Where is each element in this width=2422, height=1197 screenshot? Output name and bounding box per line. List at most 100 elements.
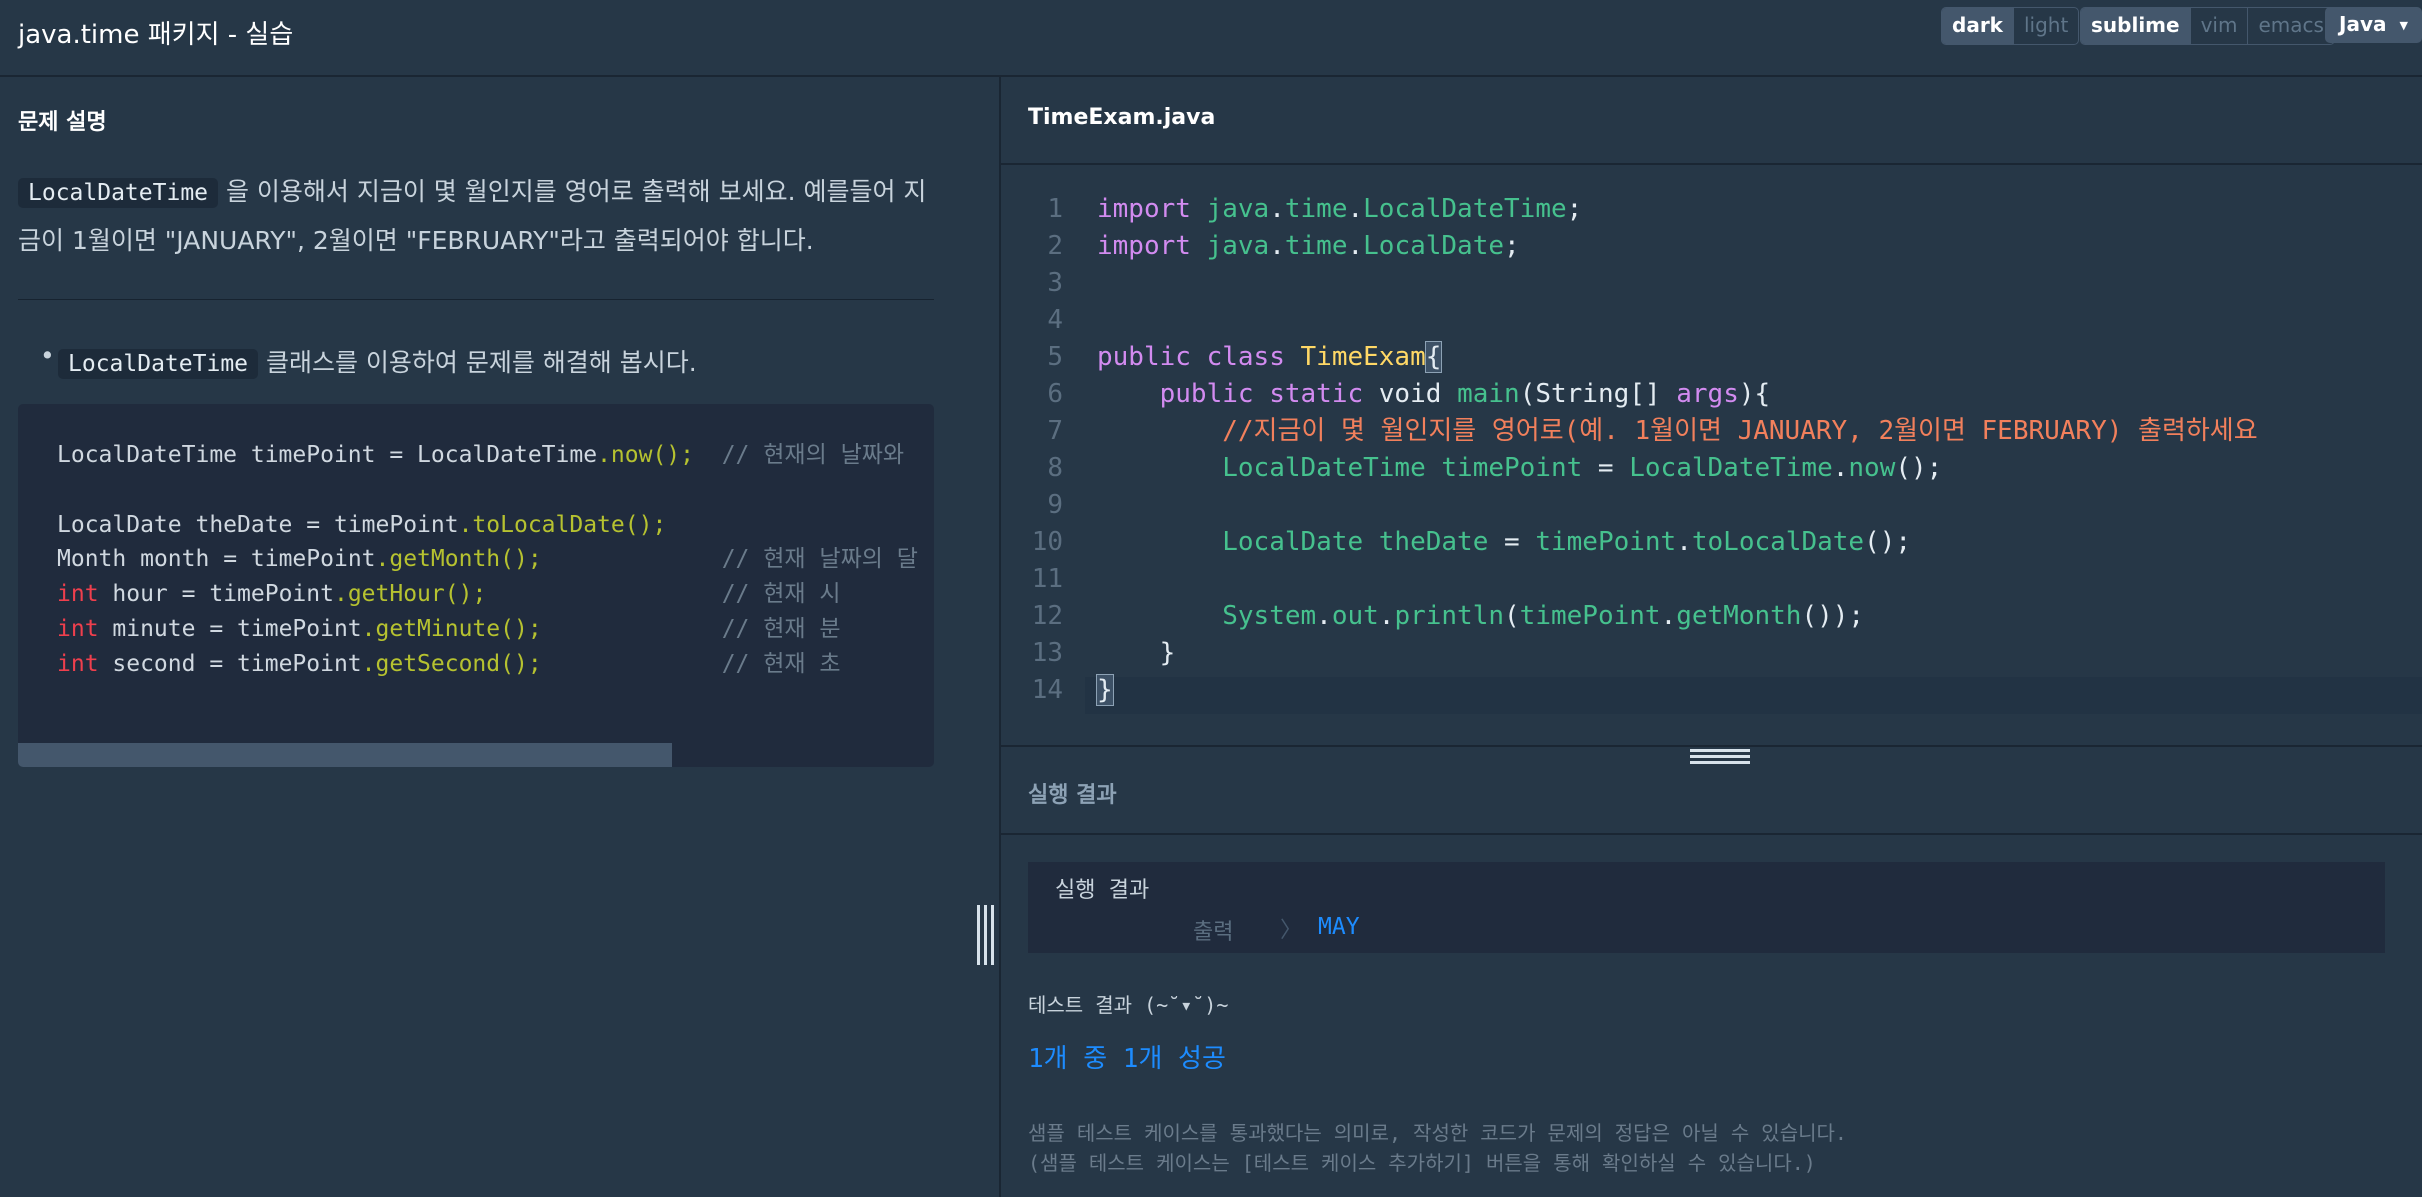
code-line: LocalDate theDate = timePoint.toLocalDat…: [1222, 527, 1912, 557]
code-token: .now: [597, 442, 653, 468]
code-token: ();: [624, 511, 667, 538]
divider: [18, 299, 934, 300]
horizontal-scrollbar[interactable]: [18, 743, 672, 767]
hint-text: 클래스를 이용하여 문제를 해결해 봅시다.: [258, 348, 697, 377]
inline-code: LocalDateTime: [18, 178, 219, 208]
code-token: timePoint: [1535, 527, 1677, 557]
theme-dark-button[interactable]: dark: [1942, 8, 2013, 44]
code-token: time: [1284, 231, 1348, 261]
code-line: public class TimeExam{: [1097, 339, 2258, 376]
line-number: 7: [1047, 416, 1063, 446]
code-line: public static void main(String[] args){: [1159, 379, 1771, 409]
code-spacer: [486, 581, 721, 607]
language-label: Java: [2339, 12, 2387, 36]
code-token: LocalDateTime: [1222, 453, 1426, 483]
line-number: 6: [1047, 379, 1063, 409]
test-result-score: 1개 중 1개 성공: [1028, 1044, 1226, 1074]
code-token: timePoint: [250, 546, 376, 573]
code-token: args: [1676, 379, 1739, 409]
code-token: LocalDateTime: [417, 442, 598, 468]
line-number: 9: [1047, 490, 1063, 520]
code-token: minute: [98, 615, 210, 642]
code-token: .toLocalDate: [458, 511, 625, 538]
caret-down-icon: ▼: [2399, 18, 2408, 32]
language-select[interactable]: Java ▼: [2325, 7, 2422, 43]
example-code-line: int minute = timePoint.getMinute(); // 현…: [57, 612, 918, 647]
code-line: }: [1096, 672, 2258, 709]
example-code-line: int hour = timePoint.getHour(); // 현재 시: [57, 577, 918, 612]
code-editor[interactable]: 1 2 3 4 5 6 7 8 9 10 11 12 13 14 import java.time.Loc…: [1001, 165, 2422, 715]
code-token: theDate: [1378, 527, 1489, 557]
keymap-vim-button[interactable]: vim: [2189, 8, 2248, 44]
code-token: =: [209, 615, 238, 642]
bracket-highlight: }: [1096, 674, 1114, 706]
keymap-sublime-button[interactable]: sublime: [2081, 8, 2190, 44]
code-token: public: [1159, 379, 1254, 409]
code-token: java: [1206, 194, 1270, 224]
description-heading: 문제 설명: [18, 110, 107, 135]
code-token: timePoint: [209, 581, 334, 608]
line-number: 5: [1047, 342, 1063, 372]
code-token: timePoint: [1441, 453, 1583, 483]
code-token: =: [306, 511, 334, 538]
line-number: 10: [1031, 527, 1063, 557]
code-token: theDate: [181, 511, 307, 538]
code-token: timePoint: [1519, 601, 1661, 631]
code-token: System: [1222, 601, 1317, 631]
code-token: ();: [500, 650, 542, 677]
example-code: LocalDateTime timePoint = LocalDateTime.…: [57, 438, 918, 682]
resize-handle-vertical[interactable]: [977, 905, 995, 965]
output-value: MAY: [1318, 914, 1360, 940]
line-number: 3: [1047, 268, 1063, 298]
code-comment: // 현재의 날짜와: [721, 442, 905, 468]
code-line: //지금이 몇 월인지를 영어로(예. 1월이면 JANUARY, 2월이면 F…: [1097, 413, 2258, 450]
theme-light-button[interactable]: light: [2012, 8, 2078, 44]
code-spacer: [542, 616, 722, 642]
code-token: main: [1457, 379, 1520, 409]
code-token: LocalDateTime: [1363, 194, 1567, 224]
description-paragraph: LocalDateTime 을 이용해서 지금이 몇 월인지를 영어로 출력해 …: [18, 168, 938, 265]
code-token: timePoint: [237, 615, 362, 642]
problem-description-panel: 문제 설명 LocalDateTime 을 이용해서 지금이 몇 월인지를 영어…: [0, 77, 999, 1197]
code-token: static: [1269, 379, 1364, 409]
result-heading: 실행 결과: [1028, 783, 1117, 808]
line-number: 1: [1047, 194, 1063, 224]
code-spacer: [542, 546, 722, 572]
code-token: .getHour: [333, 581, 445, 608]
code-token: int: [57, 650, 99, 677]
line-number: 14: [1031, 675, 1063, 705]
example-code-block[interactable]: LocalDateTime timePoint = LocalDateTime.…: [18, 404, 934, 767]
code-token: out: [1331, 601, 1379, 631]
code-token: toLocalDate: [1691, 527, 1865, 557]
code-token: now: [1848, 453, 1896, 483]
example-code-line: LocalDateTime timePoint = LocalDateTime.…: [57, 438, 918, 473]
code-token: timePoint: [237, 442, 390, 468]
code-line: System.out.println(timePoint.getMonth())…: [1222, 601, 1865, 631]
line-number: 13: [1031, 638, 1063, 668]
line-number: 2: [1047, 231, 1063, 261]
code-comment: // 현재 분: [721, 615, 841, 642]
code-spacer: [694, 442, 722, 468]
keymap-emacs-button[interactable]: emacs: [2247, 8, 2333, 44]
code-token: //지금이 몇 월인지를 영어로(예. 1월이면 JANUARY, 2월이면 F…: [1222, 416, 2258, 446]
line-number-gutter: 1 2 3 4 5 6 7 8 9 10 11 12 13 14: [1001, 191, 1063, 709]
code-content[interactable]: import java.time.LocalDateTime; import ja…: [1096, 191, 2258, 709]
file-name[interactable]: TimeExam.java: [1028, 105, 1215, 130]
code-token: LocalDate: [1363, 231, 1505, 261]
example-code-line: int second = timePoint.getSecond(); // 현…: [57, 647, 918, 682]
page-title: java.time 패키지 - 실습: [18, 20, 294, 50]
code-token: ();: [652, 442, 694, 468]
code-token: java: [1206, 231, 1270, 261]
line-number: 4: [1047, 305, 1063, 335]
code-token: LocalDateTime: [57, 442, 238, 468]
file-tab-bar: TimeExam.java: [1001, 77, 2422, 165]
code-token: String: [1535, 379, 1630, 409]
code-token: hour: [98, 581, 182, 608]
code-token: Month: [57, 546, 127, 573]
code-token: timePoint: [333, 511, 459, 538]
code-token: month: [126, 546, 224, 573]
